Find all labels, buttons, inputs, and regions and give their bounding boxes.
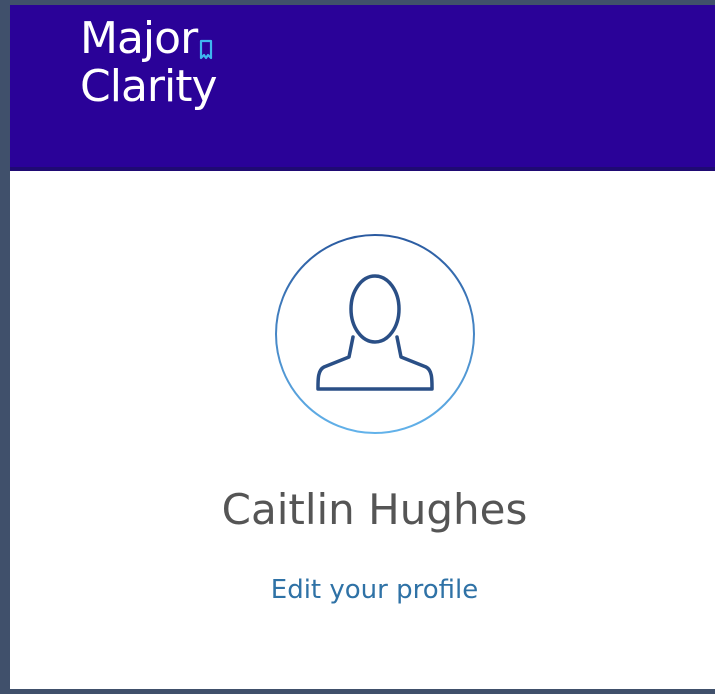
top-header: Major Clarity [10, 5, 715, 171]
edit-profile-link[interactable]: Edit your profile [10, 575, 715, 605]
profile-section: Caitlin Hughes Edit your profile [10, 171, 715, 689]
user-icon [275, 234, 475, 434]
app-frame: Major Clarity Caitlin Hughes Edit your p… [0, 0, 715, 694]
avatar[interactable] [274, 233, 476, 435]
logo-line-clarity: Clarity [80, 61, 218, 112]
logo-line-major: Major [80, 17, 217, 67]
majorclarity-logo[interactable]: Major Clarity [80, 17, 218, 112]
user-name: Caitlin Hughes [221, 485, 528, 534]
